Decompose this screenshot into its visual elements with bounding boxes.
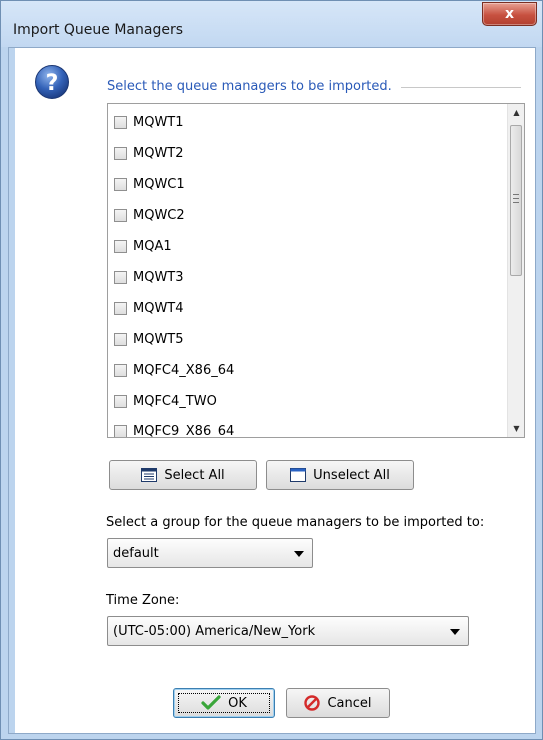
select-all-icon xyxy=(141,468,158,482)
cancel-label: Cancel xyxy=(327,695,372,711)
checkmark-icon xyxy=(201,695,221,711)
list-heading: Select the queue managers to be imported… xyxy=(107,79,392,94)
cancel-icon xyxy=(304,695,321,711)
checkbox[interactable] xyxy=(114,363,127,377)
timezone-value: (UTC-05:00) America/New_York xyxy=(113,623,316,639)
vertical-scrollbar[interactable]: ▲ ▼ xyxy=(507,104,524,437)
title-bar[interactable]: Import Queue Managers x xyxy=(1,1,542,47)
ok-button[interactable]: OK xyxy=(173,688,275,718)
checkbox[interactable] xyxy=(114,208,127,222)
timezone-label: Time Zone: xyxy=(106,593,180,608)
left-border xyxy=(9,48,15,733)
list-item-label: MQA1 xyxy=(133,238,172,254)
checkbox[interactable] xyxy=(114,177,127,191)
list-item-label: MQWT4 xyxy=(133,300,184,316)
import-queue-managers-window: Import Queue Managers x ? Select the que… xyxy=(0,0,543,740)
thumb-grip-icon xyxy=(513,194,519,203)
list-item[interactable]: MQWT4 xyxy=(114,298,184,318)
scroll-thumb[interactable] xyxy=(510,125,522,276)
list-item-label: MQWT1 xyxy=(133,114,184,130)
scroll-down-button[interactable]: ▼ xyxy=(508,420,524,437)
list-item[interactable]: MQWC1 xyxy=(114,174,185,194)
svg-text:?: ? xyxy=(46,71,59,96)
list-item-label: MQFC4_X86_64 xyxy=(133,362,235,378)
list-item[interactable]: MQWT5 xyxy=(114,329,184,349)
close-button[interactable]: x xyxy=(482,2,537,26)
checkbox[interactable] xyxy=(114,394,127,408)
checkbox[interactable] xyxy=(114,424,127,437)
scroll-up-button[interactable]: ▲ xyxy=(508,104,524,121)
checkbox[interactable] xyxy=(114,332,127,346)
close-icon: x xyxy=(504,6,515,22)
list-item[interactable]: MQFC4_TWO xyxy=(114,391,217,411)
list-item-label: MQWT2 xyxy=(133,145,184,161)
group-label: Select a group for the queue managers to… xyxy=(106,515,485,530)
list-item[interactable]: MQWT3 xyxy=(114,267,184,287)
checkbox[interactable] xyxy=(114,270,127,284)
checkbox[interactable] xyxy=(114,301,127,315)
select-all-label: Select All xyxy=(164,467,225,483)
list-item[interactable]: MQWC2 xyxy=(114,205,185,225)
list-item[interactable]: MQFC4_X86_64 xyxy=(114,360,234,380)
checkbox[interactable] xyxy=(114,146,127,160)
question-icon: ? xyxy=(35,65,69,99)
timezone-select[interactable]: (UTC-05:00) America/New_York xyxy=(107,616,469,646)
focus-ring xyxy=(178,693,270,713)
chevron-down-icon xyxy=(294,551,304,557)
unselect-all-icon xyxy=(290,468,307,482)
checkbox[interactable] xyxy=(114,115,127,129)
ok-label: OK xyxy=(228,695,247,711)
queue-manager-list[interactable]: MQWT1 MQWT2 MQWC1 MQWC2 MQA1 MQWT3 MQWT4 MQWT5 M… xyxy=(107,103,525,438)
list-item-label: MQWC1 xyxy=(133,176,185,192)
unselect-all-label: Unselect All xyxy=(313,467,390,483)
list-item-label: MQWT5 xyxy=(133,331,184,347)
group-select[interactable]: default xyxy=(107,538,313,568)
window-title: Import Queue Managers xyxy=(13,22,184,38)
chevron-down-icon xyxy=(450,629,460,635)
list-item-label: MQWC2 xyxy=(133,207,185,223)
cancel-button[interactable]: Cancel xyxy=(286,688,390,718)
list-item[interactable]: MQFC9_X86_64 xyxy=(114,421,235,438)
list-item-label: MQFC4_TWO xyxy=(133,393,217,409)
list-item[interactable]: MQA1 xyxy=(114,236,172,256)
list-item-label: MQWT3 xyxy=(133,269,184,285)
list-item[interactable]: MQWT2 xyxy=(114,143,184,163)
list-item-label: MQFC9_X86_64 xyxy=(133,423,235,438)
list-item[interactable]: MQWT1 xyxy=(114,112,184,132)
select-all-button[interactable]: Select All xyxy=(109,460,257,490)
checkbox[interactable] xyxy=(114,239,127,253)
dialog-body: ? Select the queue managers to be import… xyxy=(8,47,536,734)
heading-divider xyxy=(401,87,521,88)
group-value: default xyxy=(113,545,159,561)
unselect-all-button[interactable]: Unselect All xyxy=(266,460,414,490)
